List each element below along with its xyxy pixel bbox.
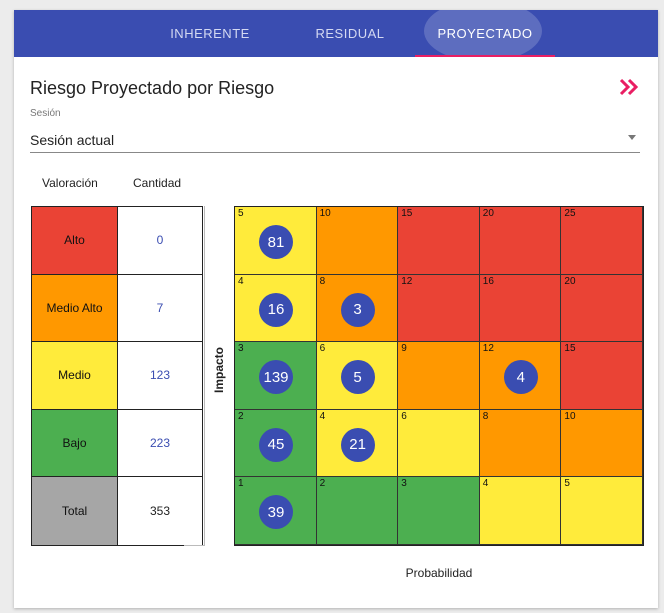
matrix-cell: 5 xyxy=(561,477,643,545)
matrix-cell: 83 xyxy=(316,274,399,343)
y-axis-label: Impacto xyxy=(204,310,234,430)
cell-score: 2 xyxy=(238,410,244,422)
matrix-cell: 2 45 xyxy=(235,409,317,478)
matrix-cell: 15 xyxy=(561,342,643,410)
matrix-cell: 15 xyxy=(398,207,480,275)
risk-matrix: 5 81 10 15 20 25 4 16 8 3 12 16 20 3 139 6 5 9 12 4 15 2 45 4 21… xyxy=(234,206,644,546)
matrix-cell: 4 xyxy=(479,477,562,545)
matrix-cell: 65 xyxy=(316,342,399,410)
double-chevron-right-icon[interactable] xyxy=(618,76,640,98)
session-label: Sesión xyxy=(30,108,61,119)
legend-label: Bajo xyxy=(32,409,118,477)
cell-score: 8 xyxy=(319,275,326,287)
y-axis-text: Impacto xyxy=(212,346,226,394)
legend-row: Medio 123 xyxy=(32,342,202,410)
cell-score: 1 xyxy=(238,478,244,490)
cell-score: 5 xyxy=(238,208,244,219)
legend-row: Bajo 223 xyxy=(32,409,202,478)
cell-score: 5 xyxy=(564,478,570,490)
page-title: Riesgo Proyectado por Riesgo xyxy=(30,78,275,98)
tab-bar: INHERENTE RESIDUAL PROYECTADO xyxy=(14,10,658,62)
cell-score: 4 xyxy=(238,275,244,287)
matrix-cell: 4 16 xyxy=(235,274,317,343)
matrix-cell: 5 81 xyxy=(235,207,317,275)
cell-score: 8 xyxy=(482,410,489,422)
matrix-cell: 1 39 xyxy=(235,477,317,545)
legend-label: Medio Alto xyxy=(32,274,118,342)
risk-count-bubble[interactable]: 16 xyxy=(259,292,293,327)
tab-proyectado[interactable]: PROYECTADO xyxy=(425,10,545,57)
tab-inherente[interactable]: INHERENTE xyxy=(150,10,270,57)
matrix-cell: 20 xyxy=(479,207,562,275)
dropdown-arrow-icon xyxy=(628,135,636,140)
matrix-cell: 20 xyxy=(561,274,643,343)
matrix-cell: 10 xyxy=(316,207,399,275)
risk-count-bubble[interactable]: 21 xyxy=(340,427,375,462)
matrix-cell: 16 xyxy=(479,274,562,343)
matrix-cell: 3 139 xyxy=(235,342,317,410)
cell-score: 12 xyxy=(482,343,494,355)
cell-score: 10 xyxy=(319,208,331,219)
cell-score: 3 xyxy=(238,343,244,355)
cell-score: 6 xyxy=(401,410,407,422)
legend-count[interactable]: 223 xyxy=(118,409,202,477)
col-header-valoracion: Valoración xyxy=(42,176,98,190)
axis-bracket-bottom xyxy=(184,545,204,546)
tab-active-indicator xyxy=(415,55,555,57)
risk-count-bubble[interactable]: 3 xyxy=(340,292,375,327)
matrix-cell: 2 xyxy=(316,477,399,545)
legend-row: Medio Alto 7 xyxy=(32,274,202,343)
legend-count[interactable]: 7 xyxy=(118,274,202,342)
matrix-cell: 12 xyxy=(398,274,480,343)
matrix-cell: 25 xyxy=(561,207,643,275)
session-value: Sesión actual xyxy=(30,132,115,148)
matrix-cell: 6 xyxy=(398,409,480,478)
cell-score: 4 xyxy=(482,478,489,490)
risk-count-bubble[interactable]: 4 xyxy=(503,360,538,395)
matrix-cell: 10 xyxy=(561,409,643,478)
valoracion-table: Alto 0 Medio Alto 7 Medio 123 Bajo 223 Total 353 xyxy=(31,206,203,546)
session-select[interactable]: Sesión actual xyxy=(30,126,640,153)
x-axis-label: Probabilidad xyxy=(405,566,473,580)
cell-score: 10 xyxy=(564,410,576,422)
legend-label: Alto xyxy=(32,207,118,274)
tab-residual[interactable]: RESIDUAL xyxy=(290,10,410,57)
cell-score: 15 xyxy=(401,208,413,219)
risk-count-bubble[interactable]: 81 xyxy=(259,225,293,259)
cell-score: 20 xyxy=(482,208,494,219)
matrix-cell: 4 21 xyxy=(316,409,399,478)
matrix-cell: 3 xyxy=(398,477,480,545)
cell-score: 16 xyxy=(482,275,494,287)
legend-label: Total xyxy=(32,477,118,545)
cell-score: 12 xyxy=(401,275,413,287)
risk-count-bubble[interactable]: 5 xyxy=(340,360,375,395)
risk-count-bubble[interactable]: 39 xyxy=(259,495,293,530)
legend-row: Total 353 xyxy=(32,477,202,545)
cell-score: 25 xyxy=(564,208,576,219)
legend-label: Medio xyxy=(32,342,118,409)
cell-score: 6 xyxy=(319,343,326,355)
cell-score: 15 xyxy=(564,343,576,355)
legend-row: Alto 0 xyxy=(32,207,202,275)
legend-count[interactable]: 123 xyxy=(118,342,202,409)
cell-score: 4 xyxy=(319,410,326,422)
cell-score: 2 xyxy=(319,478,326,490)
matrix-cell: 12 4 xyxy=(479,342,562,410)
matrix-cell: 8 xyxy=(479,409,562,478)
risk-card: INHERENTE RESIDUAL PROYECTADO Riesgo Pro… xyxy=(14,10,658,608)
cell-score: 20 xyxy=(564,275,576,287)
risk-count-bubble[interactable]: 45 xyxy=(259,427,293,462)
cell-score: 3 xyxy=(401,478,407,490)
cell-score: 9 xyxy=(401,343,407,355)
legend-count: 353 xyxy=(118,477,202,545)
risk-count-bubble[interactable]: 139 xyxy=(259,360,293,395)
legend-count[interactable]: 0 xyxy=(118,207,202,274)
matrix-cell: 9 xyxy=(398,342,480,410)
col-header-cantidad: Cantidad xyxy=(133,176,182,190)
